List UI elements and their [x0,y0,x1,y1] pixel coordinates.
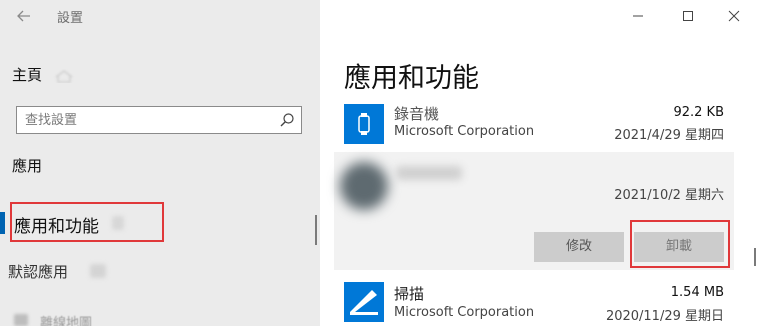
search-icon[interactable] [279,112,295,128]
sidebar-item-label: 應用和功能 [14,217,99,237]
sidebar-item-label: 默認應用 [8,263,69,281]
apps-list-icon [112,216,124,230]
close-icon [728,10,740,22]
app-publisher: Microsoft Corporation [394,124,535,139]
category-heading-apps: 應用 [12,157,43,175]
minimize-button[interactable] [626,4,650,28]
map-icon [14,314,28,326]
sidebar-item-apps-and-features[interactable]: 應用和功能 [0,202,320,242]
sidebar-item-default-apps[interactable]: 默認應用 [0,261,320,283]
minimize-icon [633,15,643,17]
blurred-app-icon [340,162,388,210]
uninstall-highlight-box [630,220,730,268]
selection-indicator [0,212,5,234]
app-name: 掃描 [394,285,425,303]
blurred-app-name [396,166,462,180]
page-title: 應用和功能 [344,63,479,94]
maximize-button[interactable] [676,4,700,28]
search-input[interactable] [17,107,267,133]
app-install-date: 2021/10/2 星期六 [614,188,724,203]
maximize-icon [683,11,693,21]
app-install-date: 2020/11/29 星期日 [605,309,724,324]
app-list-item[interactable]: 掃描 Microsoft Corporation 1.54 MB 2020/11… [334,280,734,326]
search-box[interactable] [16,106,302,134]
window-title: 設置 [57,11,84,26]
default-apps-icon [90,264,106,278]
nav-scrollbar[interactable] [315,215,317,245]
app-publisher: Microsoft Corporation [394,305,535,320]
title-bar-left: 設置 [0,0,320,32]
back-arrow-icon [17,10,30,22]
back-button[interactable] [14,6,34,26]
window-controls [618,0,758,32]
home-nav-item[interactable]: 主頁 [12,64,212,86]
app-size: 92.2 KB [673,105,724,120]
apps-content-pane: 應用和功能 錄音機 Microsoft Corporation 92.2 KB … [320,0,758,326]
sidebar-item-label: 離線地圖 [40,316,93,326]
scanner-icon [344,282,384,322]
app-list-item-expanded[interactable]: 2021/10/2 星期六 修改 卸載 [334,152,734,270]
app-list-item[interactable]: 錄音機 Microsoft Corporation 92.2 KB 2021/4… [334,100,734,148]
modify-button[interactable]: 修改 [534,232,624,262]
app-size: 1.54 MB [670,285,724,300]
content-scrollbar[interactable] [754,248,756,266]
app-install-date: 2021/4/29 星期四 [614,128,724,143]
voice-recorder-icon [344,104,384,144]
home-label: 主頁 [12,66,43,84]
home-icon [55,69,73,83]
sidebar-item-offline-maps[interactable]: 離線地圖 [0,308,320,326]
close-button[interactable] [722,4,746,28]
settings-nav-pane: 設置 主頁 應用 應用和功能 默認應用 離線地圖 [0,0,320,326]
app-name: 錄音機 [394,105,440,123]
